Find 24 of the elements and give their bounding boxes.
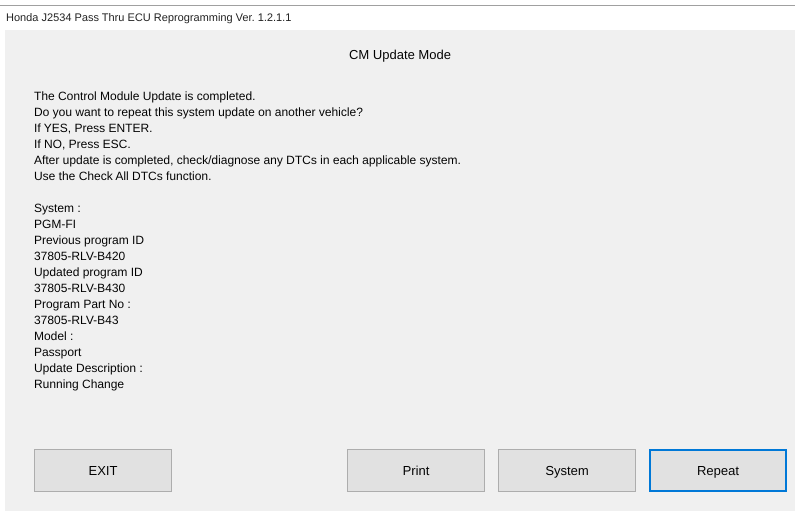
message-line: If NO, Press ESC. [34,136,132,152]
detail-line: 37805-RLV-B420 [34,248,126,264]
exit-button[interactable]: EXIT [34,449,172,492]
action-button[interactable]: Repeat [649,449,787,492]
detail-line: 37805-RLV-B430 [34,280,126,296]
dialog-heading: CM Update Mode [349,47,452,62]
detail-line: Passport [34,344,82,360]
detail-line: Update Description : [34,360,144,376]
detail-line: System : [34,200,82,216]
message-line: Use the Check All DTCs function. [34,168,212,184]
message-line: If YES, Press ENTER. [34,120,154,136]
detail-line: Updated program ID [34,264,144,280]
message-line: The Control Module Update is completed. [34,88,256,104]
window-title: Honda J2534 Pass Thru ECU Reprogramming Ver. 1.2.1.1 [6,12,292,24]
detail-line: Program Part No : [34,296,132,312]
detail-line: Previous program ID [34,232,146,248]
action-button[interactable]: System [498,449,636,492]
action-button[interactable]: Print [347,449,485,492]
detail-line: Running Change [34,376,126,392]
message-line: After update is completed, check/diagnose any DTCs in each applicable system. [34,152,462,168]
detail-line: PGM-FI [34,216,77,232]
detail-line: 37805-RLV-B43 [34,312,120,328]
message-line: Do you want to repeat this system update on another vehicle? [34,104,364,120]
detail-line: Model : [34,328,74,344]
